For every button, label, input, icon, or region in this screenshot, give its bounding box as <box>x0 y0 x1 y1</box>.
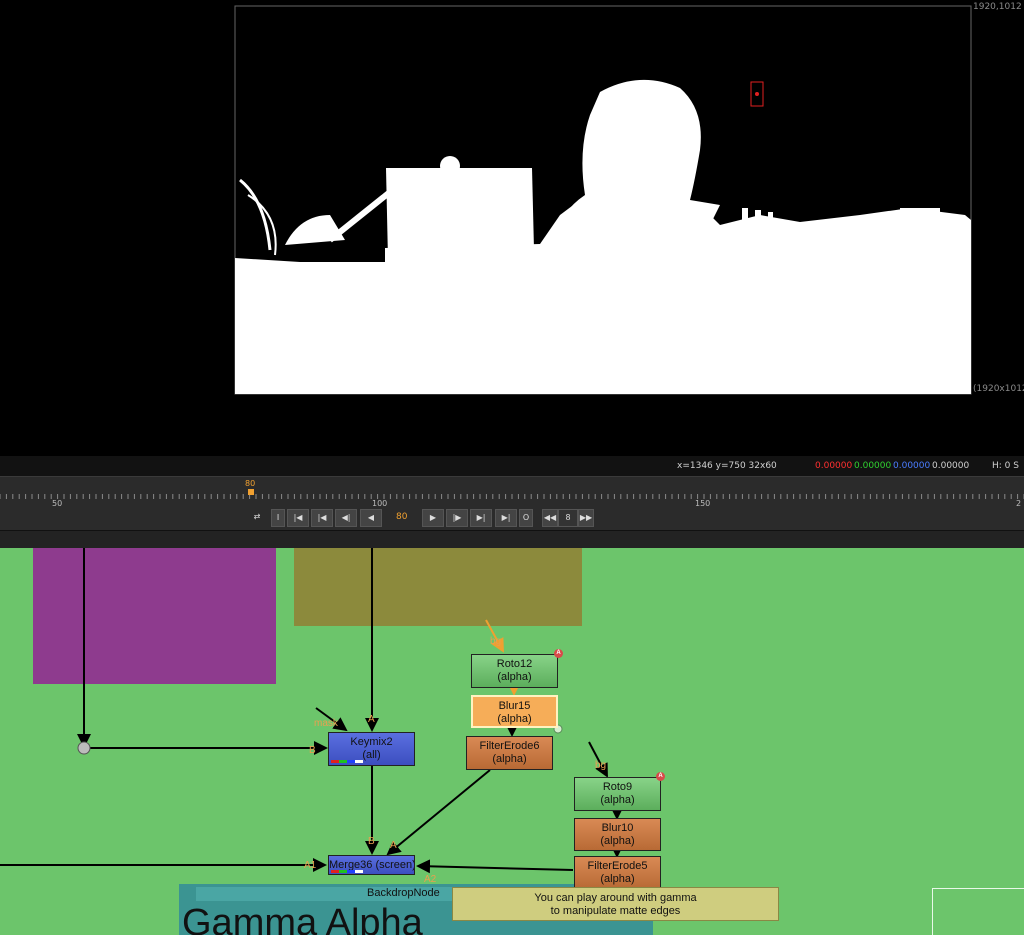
blue-value: 0.00000 <box>893 461 931 471</box>
pin-bg-roto9: bg <box>595 760 607 771</box>
step-back-button[interactable]: ◀| <box>335 509 357 527</box>
panel-divider <box>0 530 1024 549</box>
node-blur10-name: Blur10 <box>601 822 634 834</box>
current-frame-marker[interactable]: 80 <box>245 479 255 488</box>
loop-mode-button[interactable]: ⇄ <box>248 509 266 525</box>
pixel-coords: x=1346 y=750 32x60 <box>677 461 777 471</box>
node-graph[interactable]: BackdropNode Gamma Alpha Roto12 (alpha) … <box>0 548 1024 935</box>
playhead-icon[interactable] <box>248 489 254 495</box>
node-blur15[interactable]: Blur15 (alpha) <box>471 695 558 728</box>
pin-a-merge36: A <box>390 840 397 851</box>
last-frame-button[interactable]: ▶| <box>495 509 517 527</box>
node-roto12[interactable]: Roto12 (alpha) <box>471 654 558 688</box>
next-keyframe-button[interactable]: ▶| <box>470 509 492 527</box>
play-backward-button[interactable]: ◀ <box>360 509 382 527</box>
node-filtererode6[interactable]: FilterErode6 (alpha) <box>466 736 553 770</box>
sticky-note-line2: to manipulate matte edges <box>550 905 681 917</box>
pin-a-keymix2: A <box>368 714 375 725</box>
node-filtererode5[interactable]: FilterErode5 (alpha) <box>574 856 661 889</box>
alpha-matte-image <box>234 5 972 395</box>
play-forward-button[interactable]: ▶ <box>422 509 444 527</box>
hsv-value: H: 0 S <box>992 461 1019 471</box>
prev-keyframe-button[interactable]: |◀ <box>311 509 333 527</box>
red-value: 0.00000 <box>815 461 853 471</box>
playback-controls: ⇄ I |◀ |◀ ◀| ◀ 80 ▶ |▶ ▶| ▶| O ◀◀ 8 ▶▶ <box>0 506 1024 530</box>
pin-mask-keymix2: mask <box>314 718 338 729</box>
green-value: 0.00000 <box>854 461 892 471</box>
node-blur10-channel: (alpha) <box>600 835 635 847</box>
pin-bg-roto12: bg <box>490 636 502 647</box>
pin-b-merge36: B <box>368 836 375 847</box>
pin-a1-merge36: A1 <box>304 860 317 871</box>
pin-b-keymix2: B <box>309 745 316 756</box>
merge36-channel-bars <box>331 870 363 873</box>
node-filtererode6-name: FilterErode6 <box>479 740 540 752</box>
node-roto9-channel: (alpha) <box>600 794 635 806</box>
node-blur15-channel: (alpha) <box>497 713 532 725</box>
in-point-button[interactable]: I <box>271 509 285 527</box>
first-frame-button[interactable]: |◀ <box>287 509 309 527</box>
step-forward-button[interactable]: |▶ <box>446 509 468 527</box>
viewer-panel[interactable]: 1920,1012 (1920x1012 <box>0 0 1024 456</box>
out-point-button[interactable]: O <box>519 509 533 527</box>
node-roto9[interactable]: Roto9 (alpha) <box>574 777 661 811</box>
node-blur15-name: Blur15 <box>498 700 531 712</box>
node-filtererode5-channel: (alpha) <box>600 873 635 885</box>
node-blur10[interactable]: Blur10 (alpha) <box>574 818 661 851</box>
timeline[interactable]: 80 50 100 150 2 <box>0 476 1024 508</box>
node-roto9-name: Roto9 <box>602 781 633 793</box>
node-graph-minimap[interactable] <box>932 888 1024 935</box>
format-label-top: 1920,1012 <box>973 2 1022 12</box>
node-filtererode5-name: FilterErode5 <box>587 860 648 872</box>
alpha-value: 0.00000 <box>932 461 970 471</box>
node-keymix2-name: Keymix2 <box>350 736 393 748</box>
node-roto12-name: Roto12 <box>496 658 533 670</box>
pin-a2-merge36: A2 <box>424 874 437 885</box>
sticky-note[interactable]: You can play around with gamma to manipu… <box>452 887 779 921</box>
roto12-badge: A <box>554 649 563 658</box>
format-label-bottom: (1920x1012 <box>973 384 1024 394</box>
roto9-badge: A <box>656 772 665 781</box>
skip-forward-button[interactable]: ▶▶ <box>578 509 594 527</box>
skip-back-button[interactable]: ◀◀ <box>542 509 558 527</box>
current-frame-field[interactable]: 80 <box>396 512 407 522</box>
sticky-note-line1: You can play around with gamma <box>534 892 697 904</box>
timeline-ruler[interactable] <box>0 491 1024 499</box>
node-roto12-channel: (alpha) <box>497 671 532 683</box>
keymix2-channel-bars <box>331 760 363 763</box>
viewer-status-bar: x=1346 y=750 32x60 0.00000 0.00000 0.000… <box>0 456 1024 476</box>
node-filtererode6-channel: (alpha) <box>492 753 527 765</box>
increment-field[interactable]: 8 <box>558 509 578 527</box>
